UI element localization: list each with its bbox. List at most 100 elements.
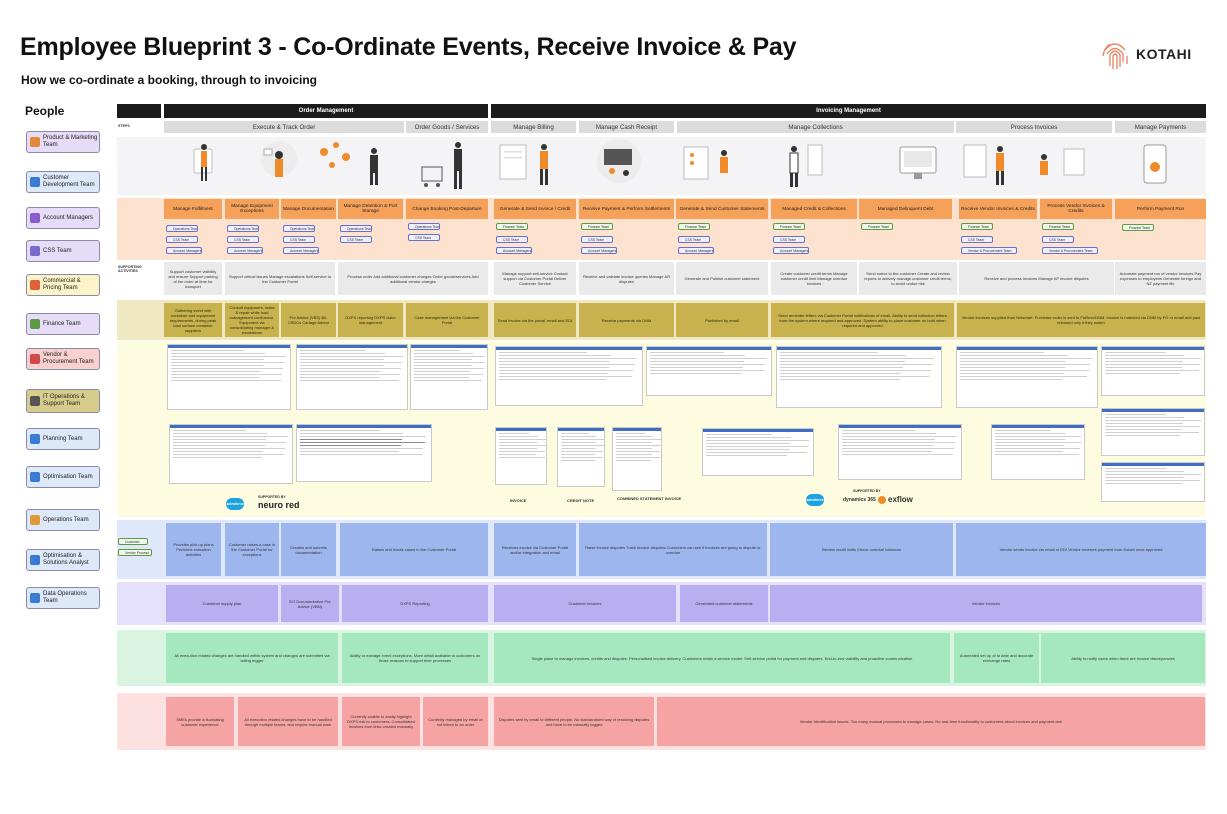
person-chip: CSS Team <box>26 240 100 262</box>
illustration-debt-icon <box>899 146 937 179</box>
page-title: Employee Blueprint 3 - Co-Ordinate Event… <box>20 33 797 61</box>
document-cell: DXPS Reporting <box>342 585 488 622</box>
screenshot-line <box>414 353 473 354</box>
screenshot-line <box>1105 483 1182 484</box>
screenshot-line <box>842 439 935 440</box>
screenshot-line <box>1105 432 1199 433</box>
screenshot-line <box>780 352 879 353</box>
screenshot-line <box>960 379 1063 380</box>
illustration-process-invoices-icon <box>1040 148 1085 176</box>
person-label: Account Managers <box>43 214 94 221</box>
screenshot-line <box>499 364 635 365</box>
screenshot-line <box>995 433 1066 434</box>
team-tag: Account Managers <box>496 247 532 254</box>
screenshot-line <box>499 361 610 362</box>
team-icon <box>30 280 40 290</box>
team-icon <box>30 319 40 329</box>
kpi-cell: Automated set up of to date and accurate… <box>954 633 1039 683</box>
screenshot-titlebar <box>992 425 1084 428</box>
screenshot-line <box>1105 352 1167 353</box>
system-screenshot <box>991 424 1085 480</box>
screenshot-line <box>842 436 957 437</box>
screenshot-line <box>300 371 382 372</box>
screen-label-credit-note: CREDIT NOTE <box>567 498 595 503</box>
person-label: Vendor & Procurement Team <box>43 352 94 365</box>
action-box: Generate & Send Invoice / Credit <box>494 199 576 219</box>
screenshot-line <box>650 367 743 368</box>
screenshot-line <box>561 433 589 434</box>
screenshot-line <box>561 439 605 440</box>
screenshot-line <box>780 364 933 365</box>
stage-execute-track: Execute & Track Order <box>164 121 404 133</box>
phase-order-management: Order Management <box>164 104 488 118</box>
support-cell: Manage support self-service Contact supp… <box>494 262 576 295</box>
person-chip: Vendor & Procurement Team <box>26 348 100 370</box>
screenshot-line <box>706 446 809 447</box>
illustration-statements-icon <box>683 146 728 180</box>
team-tag: CSS Team <box>496 236 528 243</box>
screenshot-line <box>1105 423 1183 424</box>
screenshot-line <box>706 443 790 444</box>
page-subtitle: How we co-ordinate a booking, through to… <box>21 73 317 87</box>
screenshot-titlebar <box>647 347 771 350</box>
customer-cell: Raises and tracks cases in the Customer … <box>340 523 488 576</box>
pain-cell: Currently managed by email or not linked… <box>423 697 488 746</box>
team-tag: Finance Team <box>1122 224 1154 231</box>
screenshot-line <box>780 358 935 359</box>
screenshot-titlebar <box>1102 409 1204 412</box>
team-icon <box>30 515 40 525</box>
system-screenshot <box>296 344 408 410</box>
team-tag: Operations Team <box>227 225 259 232</box>
screenshot-line <box>173 442 287 443</box>
screen-label-invoice: INVOICE <box>510 498 527 503</box>
pain-cell: Vendor Identification issues. Too many m… <box>657 697 1205 746</box>
team-tag: CSS Team <box>340 236 372 243</box>
screenshot-line <box>499 457 545 458</box>
system-screenshot <box>702 428 814 476</box>
team-tag: Account Managers <box>283 247 319 254</box>
screenshot-line <box>171 362 285 363</box>
screenshot-line <box>842 430 916 431</box>
row-label-support: Supporting activities <box>118 265 142 274</box>
method-cell: Pre Advice (VBS) B/L CRDCs Cartage Advic… <box>281 303 336 337</box>
person-chip: Operations Team <box>26 509 100 531</box>
person-label: Optimisation & Solutions Analyst <box>43 553 89 566</box>
screenshot-line <box>300 368 402 369</box>
screenshot-line <box>300 454 422 455</box>
screenshot-line <box>995 454 1079 455</box>
screenshot-titlebar <box>613 428 661 431</box>
screenshot-line <box>706 455 788 456</box>
person-label: Optimisation Team <box>43 473 93 480</box>
screenshot-line <box>616 436 653 437</box>
screenshot-titlebar <box>839 425 961 428</box>
support-cell: Automate payment run of vendor invoices … <box>1115 262 1206 295</box>
supported-by-label-2: SUPPORTED BY <box>853 489 881 493</box>
support-cell: Support critical issues Manage escalatio… <box>225 262 335 295</box>
support-cell: Receive and validate invoice queries Man… <box>579 262 674 295</box>
screenshot-line <box>300 356 404 357</box>
screenshot-line <box>414 377 470 378</box>
phase-corner <box>117 104 161 118</box>
customer-cell: Customer raises a case in the Customer P… <box>225 523 279 576</box>
screenshot-line <box>780 370 931 371</box>
screenshot-line <box>499 433 529 434</box>
method-cell: Case management via the Customer Portal <box>406 303 488 337</box>
screenshot-line <box>616 460 652 461</box>
person-label: Operations Team <box>43 516 89 523</box>
customer-cell: Raise invoice disputes Track invoice dis… <box>579 523 767 576</box>
team-tag: CSS Team <box>773 236 805 243</box>
screenshot-line <box>499 439 546 440</box>
team-icon <box>30 434 40 444</box>
person-label: Customer Development Team <box>43 175 95 188</box>
document-cell: Generated customer statements <box>680 585 768 622</box>
team-icon <box>30 246 40 256</box>
screenshot-line <box>171 365 263 366</box>
screenshot-line <box>616 448 652 449</box>
kpi-cell: Ability to notify users when there are i… <box>1041 633 1205 683</box>
screenshot-line <box>1105 420 1201 421</box>
team-tag: Finance Team <box>581 223 613 230</box>
screenshot-titlebar <box>558 428 604 431</box>
kpi-cell: Single place to manage invoices, credits… <box>494 633 950 683</box>
person-chip: IT Operations & Support Team <box>26 389 100 413</box>
team-tag: Finance Team <box>773 223 805 230</box>
